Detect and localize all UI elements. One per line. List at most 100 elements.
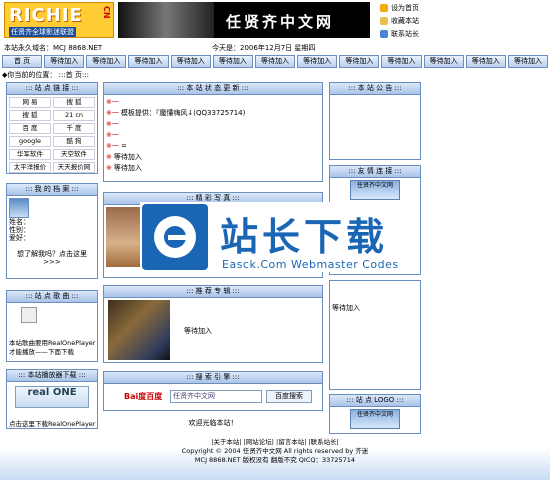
site-link[interactable]: 搜 狐	[9, 110, 51, 121]
set-homepage-label: 设为首页	[391, 4, 419, 12]
nav-item[interactable]: 等待加入	[465, 55, 506, 68]
status-tag: ※一	[106, 120, 119, 128]
site-footer: |关于本站| |网站论坛| |留言本站| |联系站长| Copyright © …	[0, 435, 550, 480]
site-link[interactable]: 太平洋报价	[9, 162, 51, 173]
nav-item[interactable]: 等待加入	[381, 55, 422, 68]
site-link[interactable]: google	[9, 136, 51, 147]
welcome-text: 欢迎光临本站！	[188, 419, 238, 427]
music-player-icon[interactable]	[21, 307, 37, 323]
site-link[interactable]: 21 cn	[53, 110, 95, 121]
nav-item[interactable]: 等待加入	[170, 55, 211, 68]
realone-logo[interactable]: real ONE	[15, 386, 89, 408]
status-item[interactable]: ※ 等待加入	[106, 152, 320, 163]
nav-item[interactable]: 等待加入	[297, 55, 338, 68]
footer-links[interactable]: |关于本站| |网站论坛| |留言本站| |联系站长|	[0, 438, 550, 447]
baidu-logo: Bai度百度	[124, 392, 163, 401]
status-tag: ※一	[106, 98, 119, 106]
status-item[interactable]: ※一	[106, 119, 320, 130]
site-link[interactable]: 百 度	[9, 123, 51, 134]
domain-label: 本站永久域名：MCJ 8868.NET	[4, 44, 103, 52]
albums-title: ::: 推 荐 专 辑 :::	[104, 286, 322, 298]
bookmark-link[interactable]: 收藏本站	[380, 15, 450, 27]
logo-text: RICHIE	[9, 5, 83, 26]
mail-icon	[380, 30, 388, 38]
nav-item-home[interactable]: 首 页	[2, 55, 43, 68]
site-link[interactable]: 酷 狗	[53, 136, 95, 147]
header-banner: 任贤齐中文网	[118, 2, 370, 38]
site-links-title: ::: 站 点 链 接 :::	[7, 83, 97, 95]
site-link[interactable]: 搜 狐	[53, 97, 95, 108]
logo-subtitle: 任贤齐全球影迷联盟	[9, 27, 76, 37]
status-item[interactable]: ※一	[106, 130, 320, 141]
date-label: 今天是：2006年12月7日 星期四	[212, 44, 316, 52]
nav-item[interactable]: 等待加入	[128, 55, 169, 68]
song-title: ::: 站 点 歌 曲 :::	[7, 291, 97, 303]
site-link[interactable]: 千 度	[53, 123, 95, 134]
song-panel: ::: 站 点 歌 曲 ::: 本站歌曲要用RealOnePlayer才能播放—…	[6, 290, 98, 362]
site-link[interactable]: 华军软件	[9, 149, 51, 160]
status-tag: ※	[106, 153, 112, 161]
status-item[interactable]: ※一 =	[106, 141, 320, 152]
search-button[interactable]: 百度搜索	[266, 390, 312, 403]
nav-item[interactable]: 等待加入	[254, 55, 296, 68]
site-logo[interactable]: RICHIE CN 任贤齐全球影迷联盟	[4, 2, 114, 38]
albums-panel: ::: 推 荐 专 辑 ::: 等待加入	[103, 285, 323, 363]
site-link[interactable]: 网 易	[9, 97, 51, 108]
main-nav: 首 页 等待加入 等待加入 等待加入 等待加入 等待加入 等待加入 等待加入 等…	[2, 55, 549, 68]
status-tag: ※一	[106, 109, 119, 117]
banner-title: 任贤齐中文网	[226, 13, 335, 31]
site-header: RICHIE CN 任贤齐全球影迷联盟 任贤齐中文网 设为首页 收藏本站 联系站…	[0, 0, 550, 40]
site-link[interactable]: 天天报价网	[53, 162, 95, 173]
site-logo-badge[interactable]: 任贤齐中文网	[350, 409, 400, 429]
status-title: ::: 本 站 状 态 更 新 :::	[104, 83, 322, 95]
nav-item[interactable]: 等待加入	[44, 55, 85, 68]
nav-item[interactable]: 等待加入	[339, 55, 380, 68]
home-icon	[380, 4, 388, 12]
photo-thumbnail[interactable]	[106, 207, 140, 267]
set-homepage-link[interactable]: 设为首页	[380, 2, 450, 14]
my-profile-panel: ::: 我 的 档 案 ::: 姓名： 性别： 爱好： 想了解我吗？点击这里>>…	[6, 183, 98, 279]
site-links-panel: ::: 站 点 链 接 ::: 网 易 搜 狐 搜 狐 21 cn 百 度 千 …	[6, 82, 98, 174]
friend-links-title: ::: 友 情 连 接 :::	[330, 166, 420, 178]
breadcrumb: ◆你当前的位置： :::首 页:::	[2, 71, 89, 79]
right-box-panel: 等待加入	[329, 280, 421, 390]
avatar	[9, 198, 29, 218]
contact-link[interactable]: 联系站长	[380, 28, 450, 40]
watermark-subtitle: Easck.Com Webmaster Codes	[222, 258, 399, 271]
watermark-title: 站长下载	[220, 215, 389, 259]
player-download-panel: ::: 本站播放器下载 ::: real ONE 点击这里下载RealOnePl…	[6, 369, 98, 429]
nav-item[interactable]: 等待加入	[423, 55, 464, 68]
status-item[interactable]: ※一 模板提供：『魔懂嗨风↓(QQ33725714)	[106, 108, 320, 119]
status-tag: ※一	[106, 131, 119, 139]
album-cover[interactable]	[108, 300, 170, 360]
profile-more-link[interactable]: 想了解我吗？点击这里>>>	[9, 250, 95, 266]
player-download-link[interactable]: 点击这里下载RealOnePlayer	[9, 418, 95, 428]
announcement-title: ::: 本 站 公 告 :::	[330, 83, 420, 95]
friend-logo[interactable]: 任贤齐中文网	[350, 180, 400, 200]
search-input[interactable]: 任贤齐中文网	[170, 390, 262, 403]
status-tag: ※一	[106, 142, 119, 150]
album-label: 等待加入	[184, 327, 212, 335]
star-icon	[380, 17, 388, 25]
profile-hobby: 爱好：	[9, 234, 30, 242]
watermark: 站长下载 Easck.Com Webmaster Codes	[140, 202, 410, 272]
site-link[interactable]: 天空软件	[53, 149, 95, 160]
banner-photo	[118, 2, 214, 38]
logo-cn-mark: CN	[102, 6, 111, 19]
nav-item[interactable]: 等待加入	[507, 55, 549, 68]
nav-item[interactable]: 等待加入	[212, 55, 253, 68]
status-item[interactable]: ※一	[106, 97, 320, 108]
site-logo-panel: ::: 站 点 LOGO ::: 任贤齐中文网	[329, 394, 421, 434]
profile-gender: 性别：	[9, 226, 30, 234]
info-row: 本站永久域名：MCJ 8868.NET 今天是：2006年12月7日 星期四	[0, 42, 550, 54]
contact-label: 联系站长	[391, 30, 419, 38]
footer-copyright: Copyright © 2004 任贤齐中文网 All rights reser…	[181, 447, 369, 455]
watermark-logo-icon	[142, 204, 208, 270]
nav-item[interactable]: 等待加入	[86, 55, 127, 68]
player-download-title: ::: 本站播放器下载 :::	[7, 370, 97, 382]
bookmark-label: 收藏本站	[391, 17, 419, 25]
status-item[interactable]: ※ 等待加入	[106, 163, 320, 174]
site-logo-title: ::: 站 点 LOGO :::	[330, 395, 420, 407]
profile-name: 姓名：	[9, 218, 30, 226]
announcement-panel: ::: 本 站 公 告 :::	[329, 82, 421, 160]
